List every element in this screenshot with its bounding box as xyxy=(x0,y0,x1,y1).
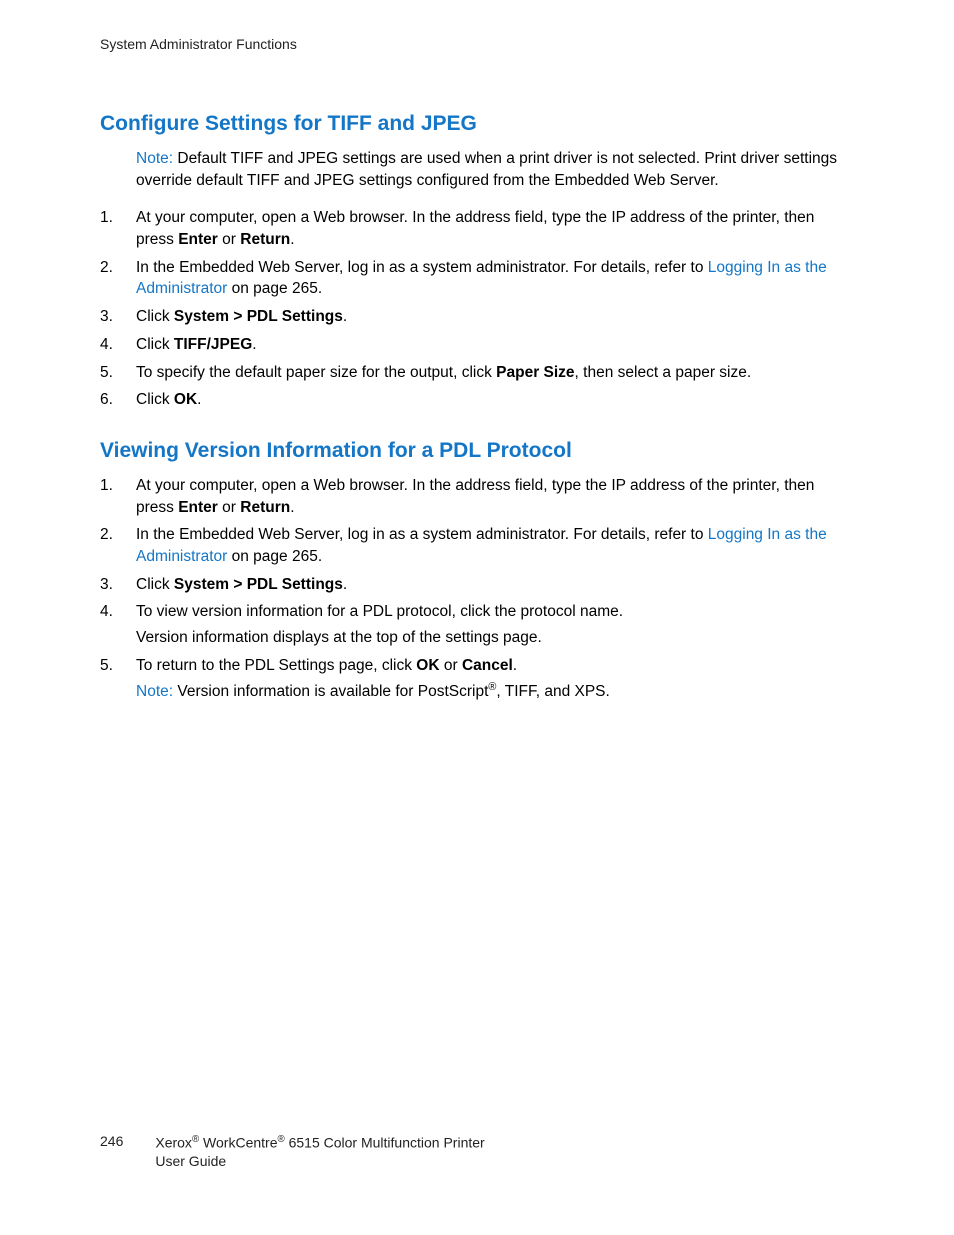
step-item: In the Embedded Web Server, log in as a … xyxy=(100,257,854,300)
bold-term: OK xyxy=(416,657,439,674)
footer-text: Xerox xyxy=(155,1134,192,1150)
step-item: To view version information for a PDL pr… xyxy=(100,601,854,648)
bold-term: System > PDL Settings xyxy=(174,308,343,325)
step-text: . xyxy=(513,657,517,674)
running-header: System Administrator Functions xyxy=(100,36,854,52)
note-label: Note: xyxy=(136,684,173,701)
note-text: Version information is available for Pos… xyxy=(173,684,488,701)
step-item: Click System > PDL Settings. xyxy=(100,306,854,328)
page-number: 246 xyxy=(100,1133,123,1149)
step-text: In the Embedded Web Server, log in as a … xyxy=(136,526,708,543)
step-item: Click OK. xyxy=(100,389,854,411)
product-footer: Xerox® WorkCentre® 6515 Color Multifunct… xyxy=(155,1133,484,1171)
bold-term: Cancel xyxy=(462,657,513,674)
step-text: Click xyxy=(136,391,174,408)
bold-term: OK xyxy=(174,391,197,408)
steps-list-b: At your computer, open a Web browser. In… xyxy=(100,475,854,703)
page-footer: 246 Xerox® WorkCentre® 6515 Color Multif… xyxy=(100,1133,485,1171)
step-text: Click xyxy=(136,336,174,353)
step-item: Click System > PDL Settings. xyxy=(100,574,854,596)
step-text: To specify the default paper size for th… xyxy=(136,364,496,381)
note-label: Note: xyxy=(136,150,173,167)
step-text: on page 265. xyxy=(227,280,322,297)
step-text: . xyxy=(290,499,294,516)
step-item: At your computer, open a Web browser. In… xyxy=(100,207,854,250)
note-block: Note: Default TIFF and JPEG settings are… xyxy=(136,148,854,191)
step-text: Click xyxy=(136,576,174,593)
note-block: Note: Version information is available f… xyxy=(136,680,854,703)
step-text: . xyxy=(343,308,347,325)
bold-term: Return xyxy=(240,499,290,516)
step-text: . xyxy=(290,231,294,248)
section-heading-configure-tiff-jpeg: Configure Settings for TIFF and JPEG xyxy=(100,112,854,136)
step-item: To return to the PDL Settings page, clic… xyxy=(100,655,854,704)
bold-term: Enter xyxy=(178,231,218,248)
note-text: Default TIFF and JPEG settings are used … xyxy=(136,150,837,189)
step-text: Click xyxy=(136,308,174,325)
bold-term: Paper Size xyxy=(496,364,574,381)
step-text: . xyxy=(343,576,347,593)
step-item: At your computer, open a Web browser. In… xyxy=(100,475,854,518)
footer-text: User Guide xyxy=(155,1152,484,1171)
step-text: or xyxy=(218,499,240,516)
step-text: In the Embedded Web Server, log in as a … xyxy=(136,259,708,276)
step-item: In the Embedded Web Server, log in as a … xyxy=(100,524,854,567)
footer-text: WorkCentre xyxy=(199,1134,277,1150)
step-subtext: Version information displays at the top … xyxy=(136,627,854,649)
bold-term: Enter xyxy=(178,499,218,516)
bold-term: Return xyxy=(240,231,290,248)
step-text: . xyxy=(197,391,201,408)
step-text: or xyxy=(218,231,240,248)
section-heading-viewing-version: Viewing Version Information for a PDL Pr… xyxy=(100,439,854,463)
step-text: or xyxy=(440,657,462,674)
bold-term: System > PDL Settings xyxy=(174,576,343,593)
step-item: Click TIFF/JPEG. xyxy=(100,334,854,356)
step-text: , then select a paper size. xyxy=(575,364,752,381)
step-text: To return to the PDL Settings page, clic… xyxy=(136,657,416,674)
step-text: . xyxy=(252,336,256,353)
step-item: To specify the default paper size for th… xyxy=(100,362,854,384)
note-text: , TIFF, and XPS. xyxy=(496,684,609,701)
step-text: on page 265. xyxy=(227,548,322,565)
bold-term: TIFF/JPEG xyxy=(174,336,252,353)
step-text: To view version information for a PDL pr… xyxy=(136,603,623,620)
steps-list-a: At your computer, open a Web browser. In… xyxy=(100,207,854,411)
registered-icon: ® xyxy=(277,1134,284,1145)
footer-text: 6515 Color Multifunction Printer xyxy=(285,1134,485,1150)
